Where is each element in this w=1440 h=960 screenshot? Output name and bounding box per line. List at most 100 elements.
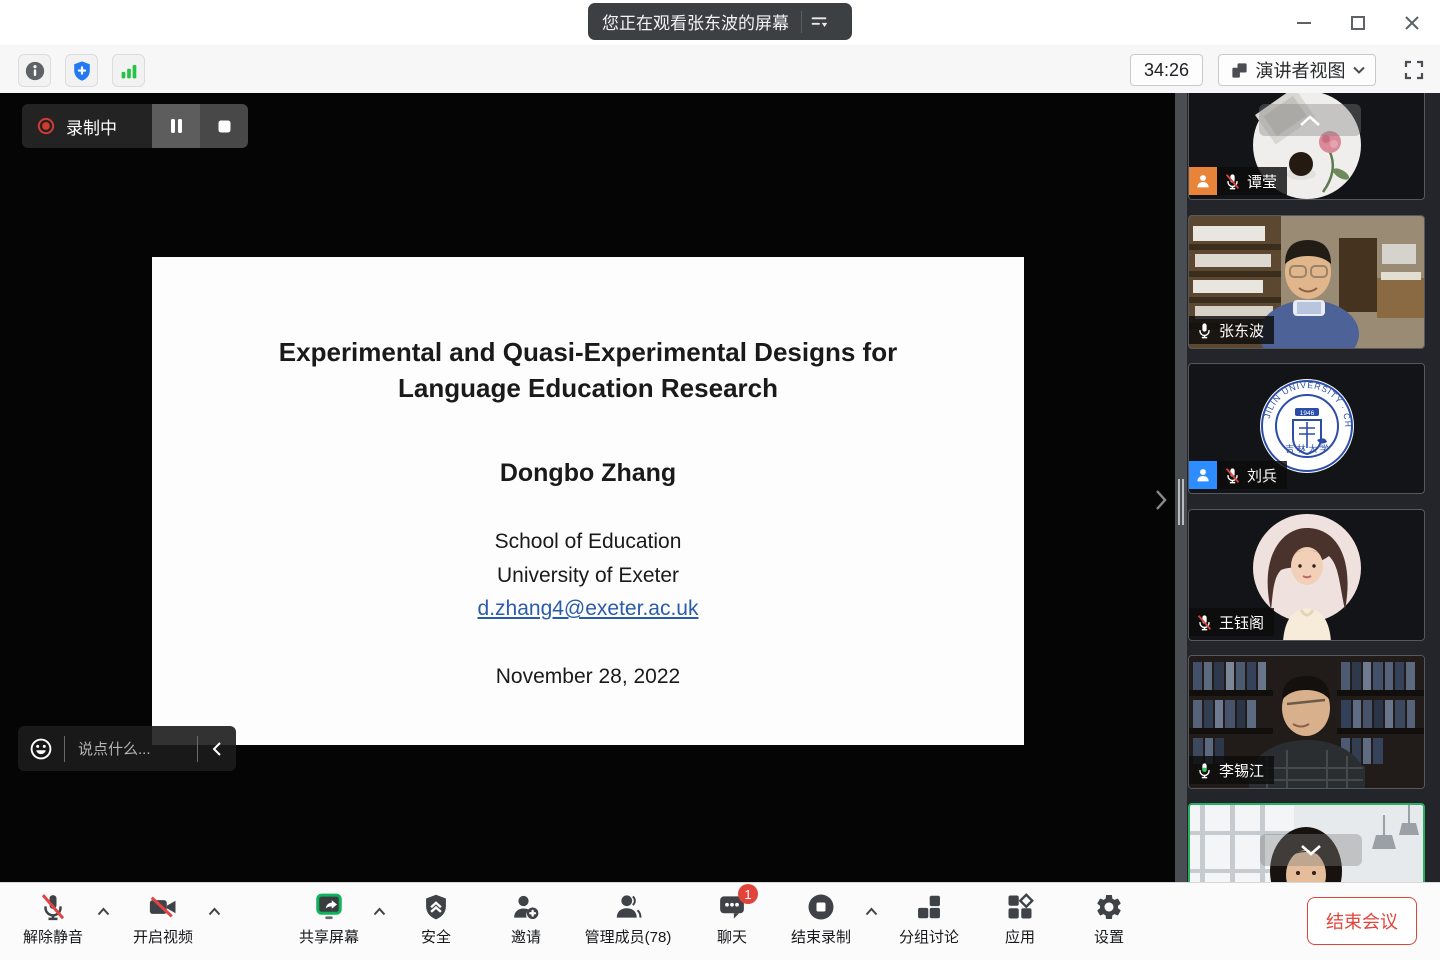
mic-muted-icon (1195, 613, 1214, 632)
recording-status-label: 录制中 (66, 114, 117, 139)
participant-label: 张东波 (1189, 316, 1274, 344)
unmute-button[interactable]: 解除静音 (3, 890, 103, 947)
stop-icon (217, 119, 232, 134)
slide-author: Dongbo Zhang (152, 459, 1024, 488)
window-titlebar: 您正在观看张东波的屏幕 (0, 0, 1440, 45)
chat-unread-badge: 1 (738, 884, 758, 904)
mic-muted-icon (1223, 172, 1242, 191)
share-options-caret[interactable] (371, 905, 387, 917)
signal-bars-icon (118, 60, 140, 82)
manage-participants-button[interactable]: 管理成员(78) (558, 890, 698, 947)
participant-tile-active[interactable] (1188, 803, 1425, 882)
expand-panel-icon[interactable] (1148, 485, 1174, 515)
pause-icon (169, 118, 184, 134)
participants-icon (613, 892, 643, 922)
screen-share-banner: 您正在观看张东波的屏幕 (588, 3, 852, 40)
layout-icon (1230, 61, 1249, 80)
participant-tile[interactable]: 张东波 (1188, 215, 1425, 349)
close-icon[interactable] (1392, 5, 1432, 41)
mic-muted-icon (38, 892, 68, 922)
participant-name: 王钰阁 (1219, 612, 1264, 633)
info-icon (24, 60, 46, 82)
chevron-up-icon (1298, 114, 1322, 127)
raised-hand-badge-icon (1189, 167, 1217, 195)
fullscreen-icon (1402, 58, 1426, 82)
start-video-button[interactable]: 开启视频 (113, 890, 213, 947)
participant-label: 王钰阁 (1189, 608, 1274, 636)
panel-resize-handle[interactable] (1175, 93, 1187, 882)
maximize-icon[interactable] (1338, 5, 1378, 41)
stop-record-icon (806, 892, 836, 922)
participant-name: 李锡江 (1219, 760, 1264, 781)
drag-handle-icon (1178, 479, 1184, 525)
gear-icon (1094, 892, 1124, 922)
slide-email-link[interactable]: d.zhang4@exeter.ac.uk (152, 597, 1024, 621)
mic-speaking-icon (1195, 761, 1214, 780)
meeting-topbar: 34:26 演讲者视图 (0, 45, 1440, 94)
share-screen-label: 共享屏幕 (279, 926, 379, 947)
mic-muted-icon (1223, 466, 1242, 485)
security-shield-button[interactable] (65, 54, 98, 87)
scroll-participants-down-button[interactable] (1260, 834, 1362, 866)
participant-tile[interactable]: 谭莹 (1188, 93, 1425, 200)
invite-person-icon (511, 892, 541, 922)
collapse-chat-bar-icon[interactable] (198, 741, 236, 757)
record-dot-icon (36, 116, 56, 136)
participant-name: 刘兵 (1247, 465, 1277, 486)
participant-tile[interactable]: JILIN UNIVERSITY · CHINA 1946 吉 林 大 学 刘兵 (1188, 363, 1425, 494)
settings-button[interactable]: 设置 (1059, 890, 1159, 947)
network-quality-button[interactable] (112, 54, 145, 87)
breakout-rooms-button[interactable]: 分组讨论 (879, 890, 979, 947)
apps-grid-icon (1005, 892, 1035, 922)
window-controls (1284, 0, 1432, 45)
slide-affiliation1: School of Education (152, 530, 1024, 554)
participant-name: 谭莹 (1247, 171, 1277, 192)
audio-options-caret[interactable] (95, 905, 111, 917)
chevron-down-icon (1353, 66, 1365, 74)
slide-affiliation2: University of Exeter (152, 564, 1024, 588)
participants-panel: 谭莹 (1187, 93, 1440, 882)
emoji-icon[interactable] (18, 737, 64, 761)
recording-options-caret[interactable] (863, 905, 879, 917)
share-screen-icon (314, 892, 344, 922)
shield-plus-icon (71, 60, 93, 82)
presentation-slide: Experimental and Quasi-Experimental Desi… (152, 257, 1024, 745)
apps-button[interactable]: 应用 (970, 890, 1070, 947)
security-button[interactable]: 安全 (386, 890, 486, 947)
screen-share-area: 录制中 Experimental and Quasi-Experimental … (0, 93, 1175, 882)
unmute-label: 解除静音 (3, 926, 103, 947)
participant-tile[interactable]: 王钰阁 (1188, 509, 1425, 641)
svg-text:1946: 1946 (1300, 410, 1315, 417)
view-mode-button[interactable]: 演讲者视图 (1218, 54, 1376, 86)
breakout-rooms-label: 分组讨论 (879, 926, 979, 947)
participant-tile[interactable]: 李锡江 (1188, 655, 1425, 789)
mic-on-icon (1195, 321, 1214, 340)
security-label: 安全 (386, 926, 486, 947)
stop-recording-label: 结束录制 (771, 926, 871, 947)
pause-recording-button[interactable] (152, 104, 200, 148)
chat-message-input[interactable]: 说点什么... (65, 738, 197, 759)
stop-recording-button[interactable]: 结束录制 (771, 890, 871, 947)
meeting-info-button[interactable] (18, 54, 51, 87)
quick-chat-bar: 说点什么... (18, 726, 236, 771)
minimize-icon[interactable] (1284, 5, 1324, 41)
screen-share-banner-text: 您正在观看张东波的屏幕 (588, 9, 801, 34)
apps-label: 应用 (970, 926, 1070, 947)
chat-label: 聊天 (682, 926, 782, 947)
camera-off-icon (147, 892, 179, 922)
recording-indicator: 录制中 (22, 104, 248, 148)
start-video-label: 开启视频 (113, 926, 213, 947)
chat-button[interactable]: 1 聊天 (682, 890, 782, 947)
scroll-participants-up-button[interactable] (1259, 104, 1361, 136)
participant-label: 李锡江 (1189, 756, 1274, 784)
svg-text:吉 林 大 学: 吉 林 大 学 (1285, 443, 1329, 454)
video-options-caret[interactable] (206, 905, 222, 917)
end-meeting-button[interactable]: 结束会议 (1307, 897, 1417, 945)
stop-recording-button[interactable] (200, 104, 248, 148)
fullscreen-button[interactable] (1399, 55, 1428, 84)
share-options-menu-icon[interactable] (802, 11, 836, 33)
share-screen-button[interactable]: 共享屏幕 (279, 890, 379, 947)
settings-label: 设置 (1059, 926, 1159, 947)
participant-label: 谭莹 (1189, 167, 1287, 195)
view-mode-label: 演讲者视图 (1256, 57, 1346, 83)
